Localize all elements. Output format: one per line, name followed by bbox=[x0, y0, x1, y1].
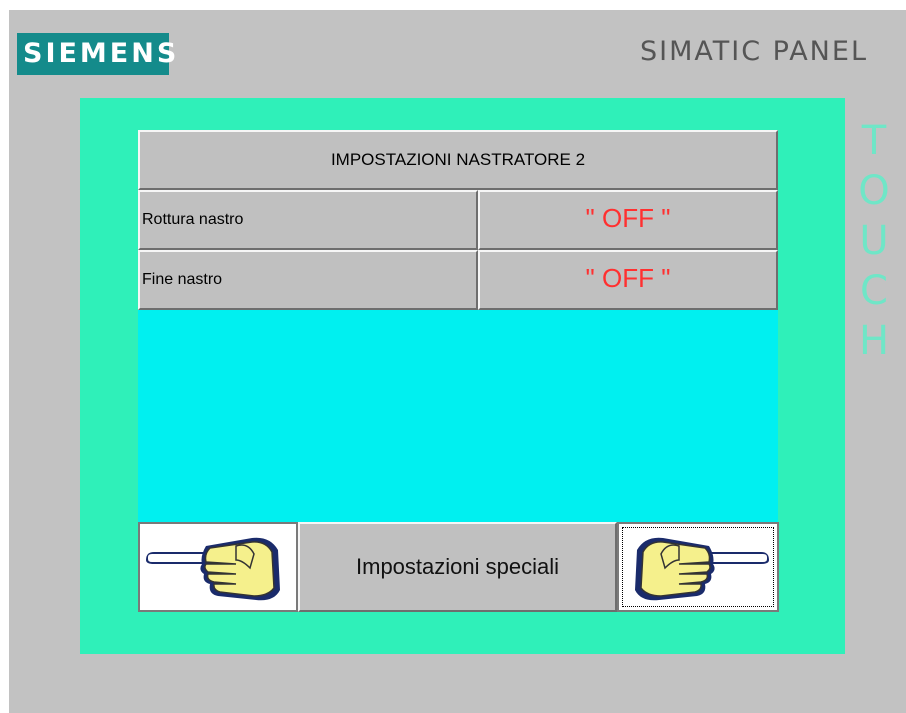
product-title: SIMATIC PANEL bbox=[640, 36, 868, 67]
setting-value-rottura-nastro[interactable]: " OFF " bbox=[478, 190, 778, 250]
pointing-hand-left-icon bbox=[146, 537, 280, 601]
brand-logo: SIEMENS bbox=[17, 33, 176, 75]
setting-value-fine-nastro[interactable]: " OFF " bbox=[478, 250, 778, 310]
special-settings-button[interactable]: Impostazioni speciali bbox=[298, 522, 617, 612]
status-value: " OFF " bbox=[585, 263, 671, 293]
next-page-button[interactable] bbox=[617, 522, 779, 612]
screen-title: IMPOSTAZIONI NASTRATORE 2 bbox=[138, 130, 778, 190]
setting-label-fine-nastro: Fine nastro bbox=[138, 250, 478, 310]
prev-page-button[interactable] bbox=[138, 522, 298, 612]
pointing-hand-right-icon bbox=[635, 537, 769, 601]
touch-side-label: TOUCH bbox=[858, 118, 890, 364]
setting-label-rottura-nastro: Rottura nastro bbox=[138, 190, 478, 250]
status-value: " OFF " bbox=[585, 203, 671, 233]
